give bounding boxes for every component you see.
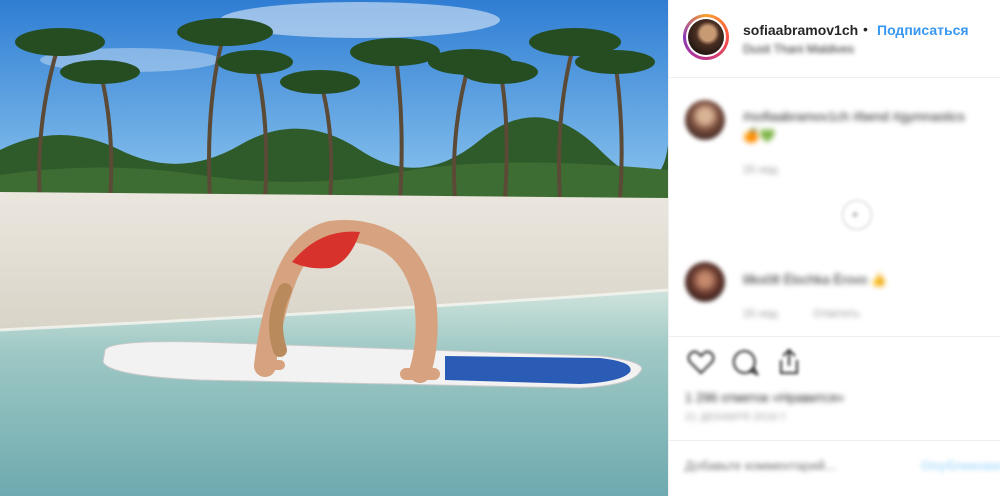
comment-text: #sofiaabramov1ch #bend #gymnastics (743, 109, 965, 124)
comment-icon[interactable] (729, 346, 761, 378)
load-more-comments-button[interactable]: + (842, 200, 872, 230)
author-username[interactable]: sofiaabramov1ch (743, 22, 858, 38)
comment-text: lilko08 Ёlochka Ёrovo 👍 (743, 272, 888, 287)
post-photo[interactable] (0, 0, 668, 496)
comment-emoji: 🍊💚 (743, 128, 776, 143)
separator-dot: • (863, 21, 868, 37)
post-sidebar: sofiaabramov1ch • Подписаться Dusit Than… (668, 0, 1000, 496)
heart-icon[interactable] (685, 346, 717, 378)
comment-avatar[interactable] (685, 262, 725, 302)
location-link[interactable]: Dusit Thani Maldives (743, 42, 854, 56)
divider (669, 336, 1000, 337)
likes-count[interactable]: 1 296 отметок «Нравится» (685, 390, 844, 405)
plus-icon: + (851, 206, 860, 222)
author-avatar[interactable] (683, 14, 729, 60)
follow-button[interactable]: Подписаться (877, 22, 969, 38)
comment-time[interactable]: 25 нед. (743, 308, 780, 320)
divider (669, 440, 1000, 441)
post-comment-button[interactable]: Опубликовать (921, 458, 1000, 473)
add-comment-input[interactable] (685, 458, 885, 473)
comment-time[interactable]: 25 нед. (743, 164, 780, 176)
post-date: 21 ДЕКАБРЯ 2018 Г. (685, 412, 789, 423)
share-icon[interactable] (773, 346, 805, 378)
post-header: sofiaabramov1ch • Подписаться Dusit Than… (669, 0, 1000, 78)
reply-button[interactable]: Ответить (813, 308, 860, 320)
comment-avatar[interactable] (685, 100, 725, 140)
beach-photo (0, 0, 668, 496)
